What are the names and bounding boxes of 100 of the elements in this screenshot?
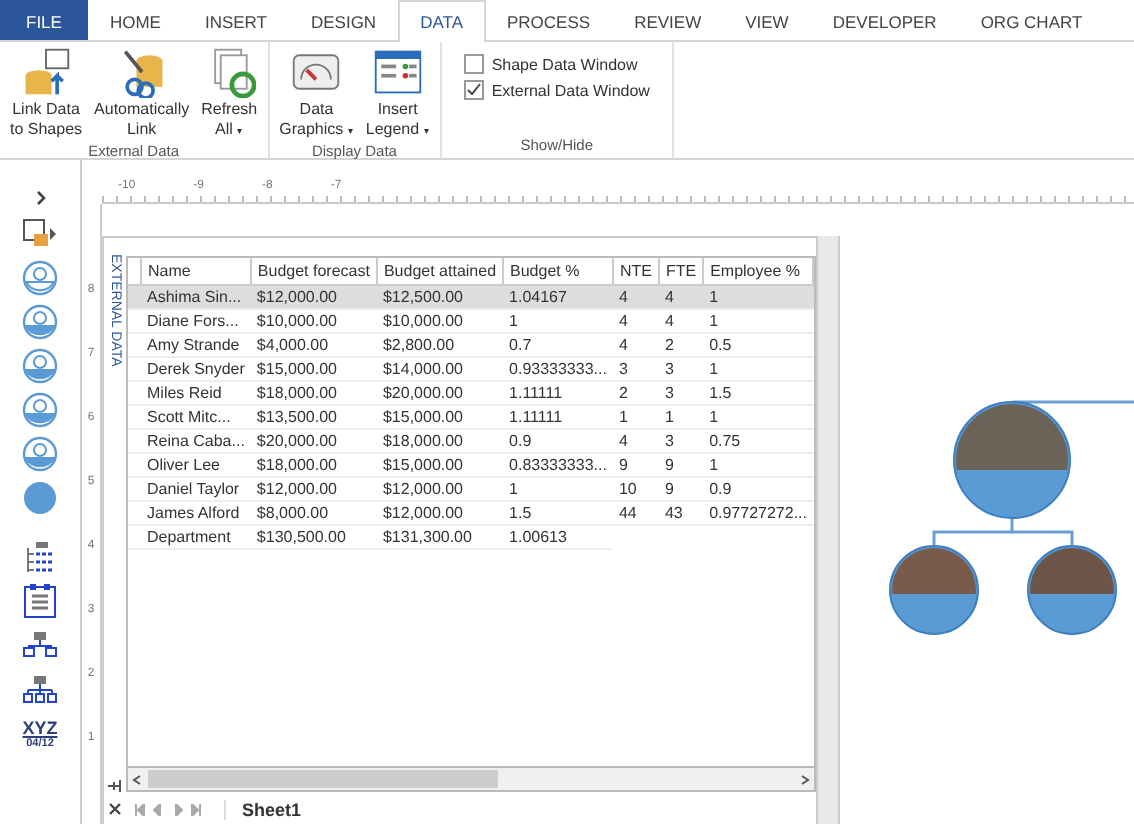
table-cell: 1.5 <box>703 381 813 405</box>
table-cell: $20,000.00 <box>376 381 504 405</box>
table-cell: 2 <box>612 381 659 405</box>
pin-icon[interactable] <box>107 780 123 792</box>
list-icon[interactable] <box>22 540 58 576</box>
table-cell: $10,000.00 <box>250 309 377 333</box>
table-cell: 10 <box>612 477 659 501</box>
photo-placeholder <box>1030 548 1114 594</box>
table-cell: Diane Fors... <box>141 309 251 333</box>
table-cell: $15,000.00 <box>250 357 377 381</box>
person-icon[interactable] <box>22 436 58 472</box>
table-cell: 4 <box>612 333 659 357</box>
close-icon[interactable] <box>108 802 122 816</box>
table-cell: $18,000.00 <box>250 381 377 405</box>
table-cell: 0.9 <box>503 429 613 453</box>
table-cell: $20,000.00 <box>250 429 377 453</box>
table-cell: 1 <box>703 405 813 429</box>
ribbon-tab[interactable]: INSERT <box>182 0 289 40</box>
table-cell: $18,000.00 <box>376 429 504 453</box>
table-cell: Oliver Lee <box>141 453 251 477</box>
table-cell: 0.5 <box>703 333 813 357</box>
ribbon-button[interactable]: Link Data to Shapes <box>6 46 87 142</box>
table-cell: 1 <box>612 405 659 429</box>
ribbon-tab[interactable]: DESIGN <box>288 0 399 40</box>
table-cell: 0.83333333... <box>503 453 613 477</box>
photo-placeholder <box>956 404 1068 470</box>
table-cell: $12,000.00 <box>376 501 504 525</box>
ribbon-button[interactable]: Automatically Link <box>90 46 194 142</box>
table-cell: 1.04167 <box>503 285 613 309</box>
org-chart-node[interactable] <box>889 545 979 635</box>
table-cell: $12,000.00 <box>250 285 377 309</box>
table-cell: 4 <box>612 429 659 453</box>
ribbon-tab[interactable]: PROCESS <box>485 0 613 40</box>
table-cell: Derek Snyder <box>141 357 251 381</box>
table-cell: 1 <box>703 309 813 333</box>
table-cell: $131,300.00 <box>376 525 504 549</box>
table-cell: 3 <box>658 429 704 453</box>
table-cell: 0.75 <box>703 429 813 453</box>
table-cell: 3 <box>612 357 659 381</box>
table-cell: $13,500.00 <box>250 405 377 429</box>
table-cell: Reina Caba... <box>141 429 251 453</box>
ribbon-tab[interactable]: VIEW <box>723 0 811 40</box>
horizontal-scrollbar[interactable] <box>126 766 816 792</box>
ribbon-tab[interactable]: FILE <box>0 0 88 40</box>
table-cell: Scott Mitc... <box>141 405 251 429</box>
table-cell: $14,000.00 <box>376 357 504 381</box>
table-cell: 9 <box>658 477 704 501</box>
table-cell: 4 <box>658 285 704 309</box>
table-cell: 1.11111 <box>503 381 613 405</box>
table-cell: 0.7 <box>503 333 613 357</box>
table-cell: 2 <box>658 333 704 357</box>
table-cell: 1 <box>703 453 813 477</box>
table-cell: James Alford <box>141 501 251 525</box>
table-cell: 1 <box>703 357 813 381</box>
person-icon[interactable] <box>22 348 58 384</box>
checkbox[interactable] <box>463 80 484 100</box>
hierarchy-icon[interactable] <box>22 672 58 708</box>
table-cell: Amy Strande <box>141 333 251 357</box>
table-cell: Ashima Sin... <box>141 285 251 309</box>
database-link-icon <box>20 46 73 98</box>
checkbox-option[interactable]: Shape Data Window <box>463 54 650 74</box>
table-cell: 1.5 <box>503 501 613 525</box>
table-cell: $18,000.00 <box>250 453 377 477</box>
sheet-tab[interactable]: Sheet1 <box>224 799 302 819</box>
ribbon-tab[interactable]: REVIEW <box>612 0 724 40</box>
ribbon-tab[interactable]: ORG CHART <box>958 0 1105 40</box>
ribbon-tab[interactable]: DATA <box>398 0 485 42</box>
table-cell: $8,000.00 <box>250 501 377 525</box>
table-cell: $12,000.00 <box>376 477 504 501</box>
org-chart-node[interactable] <box>953 401 1071 519</box>
table-cell: $2,800.00 <box>376 333 504 357</box>
shapes-icon[interactable] <box>22 216 58 252</box>
table-cell: 1.11111 <box>503 405 613 429</box>
table-cell: $130,500.00 <box>250 525 377 549</box>
table-cell: Department <box>141 525 251 549</box>
person-icon[interactable] <box>22 304 58 340</box>
legend-icon <box>371 46 424 98</box>
table-cell: Daniel Taylor <box>141 477 251 501</box>
table-cell: $12,000.00 <box>250 477 377 501</box>
table-cell: 3 <box>658 381 704 405</box>
table-cell: 1.00613 <box>503 525 613 549</box>
table-cell: 1 <box>703 285 813 309</box>
ribbon-tab[interactable]: DEVELOPER <box>810 0 959 40</box>
list-icon[interactable] <box>22 584 58 620</box>
table-cell: Miles Reid <box>141 381 251 405</box>
table-cell: 0.97727272... <box>703 501 813 525</box>
table-cell: 0.93333333... <box>503 357 613 381</box>
table-cell: $10,000.00 <box>376 309 504 333</box>
circle-icon[interactable] <box>22 480 58 516</box>
table-cell: 9 <box>658 453 704 477</box>
table-cell: 3 <box>658 357 704 381</box>
checkbox-option[interactable]: External Data Window <box>463 80 650 100</box>
table-cell: 43 <box>658 501 704 525</box>
table-cell: 1 <box>503 309 613 333</box>
checkbox[interactable] <box>463 54 484 74</box>
ribbon-tab[interactable]: HOME <box>87 0 183 40</box>
person-icon[interactable] <box>22 392 58 428</box>
table-cell: $15,000.00 <box>376 405 504 429</box>
org-chart-node[interactable] <box>1027 545 1117 635</box>
photo-placeholder <box>892 548 976 594</box>
